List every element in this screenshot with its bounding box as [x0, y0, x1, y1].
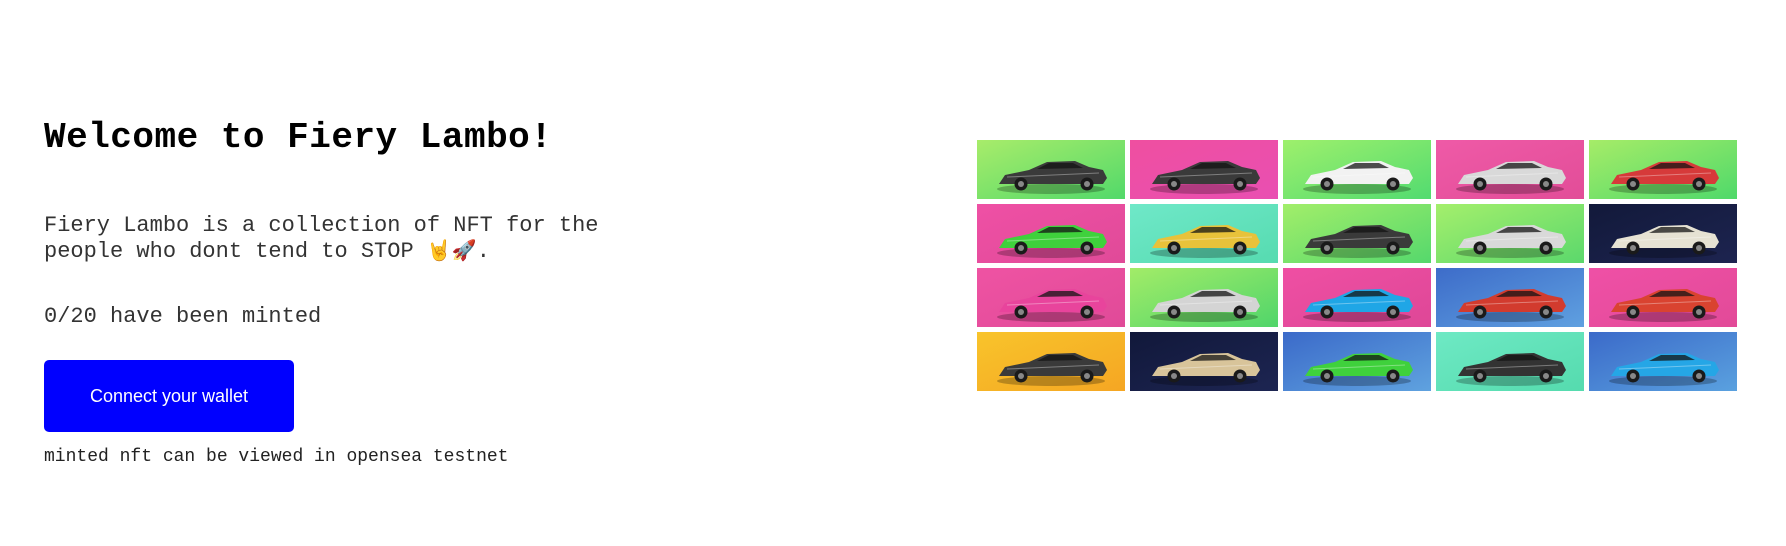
nft-car-image	[1436, 140, 1584, 199]
description-end: .	[476, 239, 490, 264]
nft-car-image	[1283, 204, 1431, 263]
nft-car-image	[1436, 332, 1584, 391]
rock-rocket-emoji: 🤘🚀	[426, 238, 477, 262]
opensea-note: minted nft can be viewed in opensea test…	[44, 447, 509, 467]
nft-car-image	[977, 268, 1125, 327]
nft-car-image	[977, 204, 1125, 263]
nft-car-image	[1130, 140, 1278, 199]
description-text: Fiery Lambo is a collection of NFT for t…	[44, 213, 599, 264]
nft-car-image	[1130, 204, 1278, 263]
connect-wallet-button[interactable]: Connect your wallet	[44, 360, 294, 432]
nft-car-image	[1130, 332, 1278, 391]
collection-description: Fiery Lambo is a collection of NFT for t…	[44, 214, 684, 264]
nft-car-image	[977, 140, 1125, 199]
page-title: Welcome to Fiery Lambo!	[44, 117, 553, 158]
nft-car-image	[1436, 204, 1584, 263]
hero-section: Welcome to Fiery Lambo! Fiery Lambo is a…	[44, 112, 684, 468]
nft-car-image	[1283, 332, 1431, 391]
nft-car-image	[1283, 268, 1431, 327]
nft-car-image	[1130, 268, 1278, 327]
nft-car-image	[1589, 268, 1737, 327]
minted-count: 0/20 have been minted	[44, 304, 322, 329]
nft-car-image	[1436, 268, 1584, 327]
nft-car-image	[1589, 204, 1737, 263]
nft-car-image	[1283, 140, 1431, 199]
lambo-gallery	[977, 140, 1739, 394]
nft-car-image	[1589, 140, 1737, 199]
nft-car-image	[1589, 332, 1737, 391]
nft-car-image	[977, 332, 1125, 391]
